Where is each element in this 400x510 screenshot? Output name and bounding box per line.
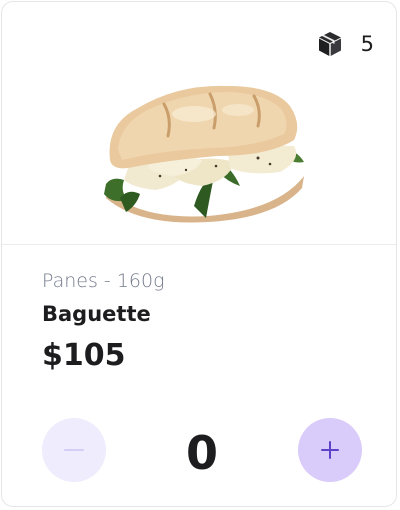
- product-info: Panes - 160g Baguette $105: [42, 270, 164, 373]
- product-card: 5 Panes - 160g Baguette $105 0: [1, 1, 397, 507]
- decrement-button[interactable]: [42, 418, 106, 482]
- plus-icon: [321, 441, 339, 459]
- product-price: $105: [42, 338, 126, 373]
- sandwich-image: [104, 85, 304, 223]
- product-image-area: 5: [2, 2, 396, 245]
- increment-button[interactable]: [298, 418, 362, 482]
- stock-indicator: 5: [317, 30, 374, 58]
- product-category: Panes - 160g: [42, 270, 165, 292]
- minus-icon: [64, 449, 84, 451]
- quantity-stepper: 0: [42, 418, 362, 482]
- stock-count: 5: [360, 31, 374, 56]
- package-icon: [318, 32, 341, 56]
- product-name: Baguette: [42, 302, 151, 326]
